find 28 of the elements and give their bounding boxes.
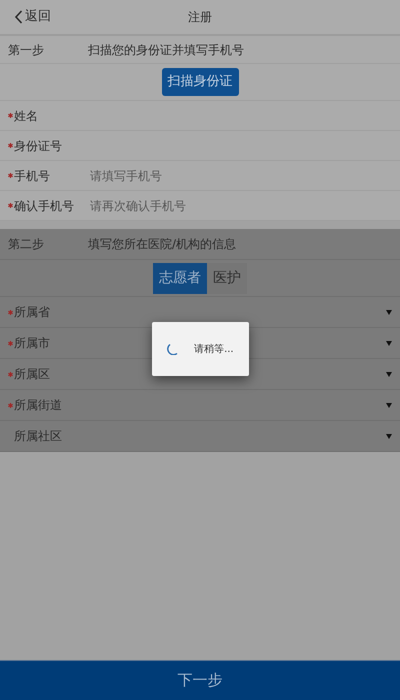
back-button[interactable]: 返回 — [0, 6, 57, 28]
dropdown-triangle-icon — [386, 372, 392, 376]
select-field[interactable]: 所属区 — [8, 359, 392, 389]
loading-text: 请稍等... — [194, 342, 234, 356]
select-field[interactable]: 所属社区 — [8, 421, 392, 451]
field-label: 确认手机号 — [14, 198, 74, 214]
select-field[interactable]: 所属省 — [8, 297, 392, 327]
dropdown-triangle-icon — [386, 310, 392, 314]
scan-id-button[interactable]: 扫描身份证 — [162, 68, 238, 96]
input-field[interactable]: 请再次确认手机号 — [90, 196, 392, 214]
dropdown-triangle-icon — [386, 434, 392, 438]
field-label: 身份证号 — [14, 138, 62, 154]
next-step-button[interactable]: 下一步 — [0, 660, 400, 700]
dropdown-triangle-icon — [386, 340, 392, 346]
step-description: 填写您所在医院/机构的信息 — [88, 236, 236, 253]
field-label: 手机号 — [14, 168, 50, 184]
role-tab[interactable]: 志愿者 — [153, 262, 207, 294]
dropdown-triangle-icon — [386, 402, 392, 408]
step-description: 扫描您的身份证并填写手机号 — [88, 42, 244, 58]
field-label: 姓名 — [14, 108, 38, 124]
role-tab[interactable]: 医护 — [207, 262, 247, 294]
page-title: 注册 — [188, 10, 212, 24]
input-field[interactable]: 请填写手机号 — [90, 166, 392, 184]
back-chevron-icon — [14, 10, 23, 24]
step-label: 第一步 — [8, 42, 45, 58]
step-label: 第二步 — [8, 236, 45, 253]
loading-spinner-icon — [167, 343, 180, 355]
select-field[interactable]: 所属街道 — [8, 390, 392, 420]
